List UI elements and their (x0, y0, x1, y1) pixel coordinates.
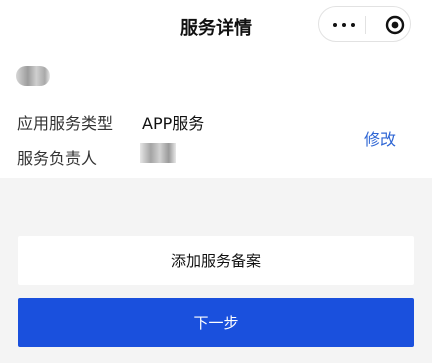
service-detail-page: 服务详情 应用服务类型 APP服务 服务负责人 修改 添加服务备案 下一步 (0, 0, 432, 363)
blurred-service-name (16, 66, 50, 86)
owner-label: 服务负责人 (17, 149, 98, 168)
service-info-card: 应用服务类型 APP服务 服务负责人 修改 (0, 52, 432, 178)
service-type-value: APP服务 (142, 114, 205, 133)
service-type-label: 应用服务类型 (17, 114, 114, 133)
more-dots-icon[interactable] (333, 23, 355, 27)
mini-program-capsule (318, 6, 411, 42)
add-service-filing-button[interactable]: 添加服务备案 (18, 236, 414, 285)
next-step-button[interactable]: 下一步 (18, 298, 414, 347)
modify-link[interactable]: 修改 (364, 126, 396, 150)
navigation-bar: 服务详情 (0, 0, 432, 52)
target-close-icon[interactable] (385, 15, 405, 35)
capsule-divider (365, 16, 366, 34)
blurred-owner-name (140, 143, 176, 163)
